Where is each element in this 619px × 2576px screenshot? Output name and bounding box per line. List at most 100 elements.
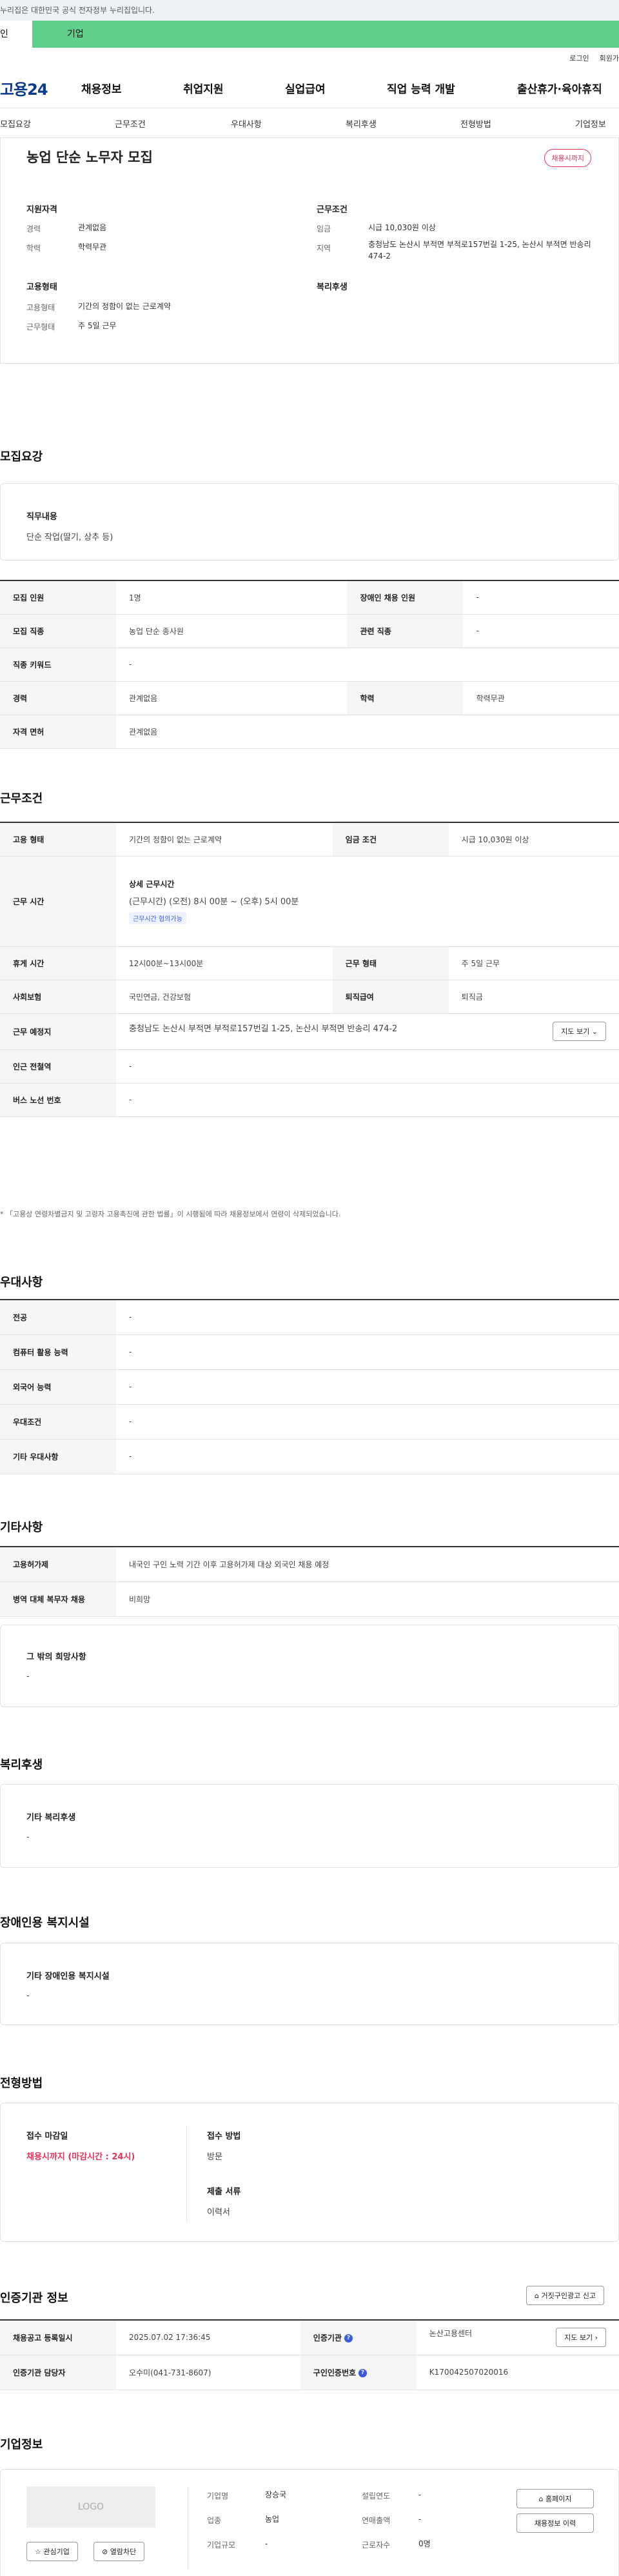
- global-nav: 고용24 채용정보 취업지원 실업급여 직업 능력 개발 출산휴가·육아휴직: [0, 68, 619, 108]
- year-value: -: [418, 2490, 422, 2499]
- industry-value: 농업: [265, 2515, 280, 2524]
- company-card: LOGO ☆ 관심기업 ⊘ 열람차단 기업명 장승국 업종 농업 기업규모 - …: [0, 2469, 619, 2576]
- cert-no-value: K170042507020016: [416, 2355, 619, 2390]
- size-value: -: [265, 2539, 268, 2548]
- org-map-button[interactable]: 지도 보기 ›: [556, 2328, 606, 2348]
- homepage-button[interactable]: ⌂ 홈페이지: [516, 2489, 594, 2508]
- welfare-box: 기타 복리후생 -: [0, 1784, 619, 1868]
- major-value: -: [116, 1300, 619, 1335]
- place-label: 근무 예정지: [0, 1013, 116, 1050]
- insurance-value: 국민연금, 건강보험: [116, 980, 333, 1014]
- docs-value: 이력서: [207, 2208, 230, 2217]
- type-label: 근무 형태: [332, 946, 449, 980]
- subway-label: 인근 전철역: [0, 1049, 116, 1084]
- emp-value: 기간의 정함이 없는 근로계약: [116, 822, 333, 857]
- job-summary-card: 농업 단순 노무자 모집 채용시까지 지원자격 경력 관계없음 학력 학력무관 …: [0, 138, 619, 364]
- reg-label: 채용공고 등록일시: [0, 2320, 116, 2355]
- selection-box: 접수 마감일 채용시까지 (마감시간 : 24시) 접수 방법 방문 제출 서류…: [0, 2103, 619, 2242]
- selection-title: 전형방법: [0, 2077, 43, 2090]
- info-icon[interactable]: ?: [359, 2368, 368, 2377]
- tab-corporate[interactable]: 기업: [32, 21, 97, 48]
- place-cell: 충청남도 논산시 부적면 부적로157번길 1-25, 논산시 부적면 반송리 …: [116, 1013, 619, 1050]
- disabled-title: 장애인용 복지시설: [0, 1916, 90, 1930]
- etc-table: 고용허가제 내국인 구인 노력 기간 이후 고용허가제 대상 외국인 채용 예정 …: [0, 1546, 619, 1617]
- org-label: 인증기관?: [300, 2320, 417, 2355]
- industry-label: 업종: [207, 2516, 222, 2525]
- edu-value: 학력무관: [463, 681, 619, 715]
- section-tabs: 모집요강 근무조건 우대사항 복리후생 전형방법 기업정보: [0, 108, 619, 138]
- emp-label: 고용 형태: [0, 822, 116, 857]
- tab-welfare[interactable]: 복리후생: [346, 117, 377, 130]
- staff-value: 0명: [418, 2539, 431, 2548]
- emptype-value: 기간의 정함이 없는 근로계약: [78, 302, 171, 311]
- qual-heading: 지원자격: [26, 205, 57, 215]
- org-cell: 논산고용센터 지도 보기 ›: [416, 2320, 619, 2355]
- disabled-count-value: -: [463, 580, 619, 615]
- gnb-unemployment-benefit[interactable]: 실업급여: [285, 80, 326, 96]
- count-value: 1명: [116, 580, 348, 615]
- block-view-button[interactable]: ⊘ 열람차단: [93, 2542, 145, 2561]
- tab-preferences[interactable]: 우대사항: [231, 117, 262, 130]
- welfare-value: -: [26, 1832, 30, 1842]
- pref-cond-label: 우대조건: [0, 1404, 116, 1440]
- name-label: 기업명: [207, 2492, 229, 2501]
- pref-etc-label: 기타 우대사항: [0, 1439, 116, 1474]
- tab-individual[interactable]: 인: [0, 21, 32, 48]
- type-value: 주 5일 근무: [448, 946, 619, 980]
- wage-value: 시급 10,030원 이상: [368, 223, 436, 232]
- gnb-jobs[interactable]: 채용정보: [81, 80, 122, 96]
- wage-label: 임금 조건: [332, 822, 449, 857]
- false-ad-report-button[interactable]: ⌂ 거짓구인광고 신고: [526, 2286, 604, 2305]
- region-value: 충청남도 논산시 부적면 부적로157번길 1-25, 논산시 부적면 반송리 …: [368, 240, 591, 261]
- tab-selection[interactable]: 전형방법: [460, 117, 491, 130]
- tab-company[interactable]: 기업정보: [575, 117, 606, 130]
- pref-etc-value: -: [116, 1439, 619, 1474]
- license-label: 자격 면허: [0, 715, 116, 749]
- military-value: 비희망: [116, 1581, 619, 1617]
- pc-label: 컴퓨터 활용 능력: [0, 1334, 116, 1370]
- recruit-title: 모집요강: [0, 450, 43, 464]
- duty-heading: 직무내용: [26, 512, 57, 522]
- career-label: 경력: [0, 681, 116, 715]
- cert-table: 채용공고 등록일시 2025.07.02 17:36:45 인증기관? 논산고용…: [0, 2319, 619, 2390]
- retirement-value: 퇴직금: [448, 980, 619, 1014]
- tab-recruit[interactable]: 모집요강: [0, 117, 31, 130]
- cond-heading: 근무조건: [317, 205, 348, 215]
- site-logo[interactable]: 고용24: [0, 77, 79, 99]
- hope-box: 그 밖의 희망사항 -: [0, 1625, 619, 1707]
- tab-conditions[interactable]: 근무조건: [115, 117, 146, 130]
- edu-label: 학력: [26, 244, 41, 253]
- favorite-company-button[interactable]: ☆ 관심기업: [26, 2542, 78, 2561]
- welfare-heading: 복리후생: [317, 282, 348, 292]
- lang-value: -: [116, 1369, 619, 1405]
- docs-heading: 제출 서류: [207, 2187, 241, 2197]
- pref-cond-value: -: [116, 1404, 619, 1440]
- time-cell: 상세 근무시간 (근무시간) (오전) 8시 00분 ~ (오후) 5시 00분…: [116, 856, 619, 947]
- job-history-button[interactable]: 채용정보 이력: [516, 2513, 594, 2533]
- info-icon[interactable]: ?: [344, 2333, 353, 2343]
- license-value: 관계없음: [116, 715, 619, 749]
- map-button[interactable]: 지도 보기 ⌄: [553, 1022, 606, 1041]
- bus-label: 버스 노선 번호: [0, 1083, 116, 1117]
- count-label: 모집 인원: [0, 580, 116, 615]
- gov-banner: 누리집은 대한민국 공식 전자정부 누리집입니다.: [0, 0, 619, 21]
- star-icon: ☆: [35, 2548, 41, 2556]
- career-value: 관계없음: [116, 681, 348, 715]
- gnb-parental-leave[interactable]: 출산휴가·육아휴직: [517, 80, 602, 96]
- gnb-job-training[interactable]: 직업 능력 개발: [387, 80, 455, 96]
- disabled-count-label: 장애인 채용 인원: [347, 580, 464, 615]
- home-icon: ⌂: [535, 2292, 539, 2300]
- permit-value: 내국인 구인 노력 기간 이후 고용허가제 대상 외국인 채용 예정: [116, 1547, 619, 1582]
- util-links: 로그인 회원가: [0, 48, 619, 68]
- signup-link[interactable]: 회원가: [600, 53, 619, 63]
- manager-value: 오수미(041-731-8607): [116, 2355, 300, 2390]
- related-value: -: [463, 614, 619, 648]
- login-link[interactable]: 로그인: [569, 53, 589, 63]
- job-detail: 농업 단순 노무자 모집 채용시까지 지원자격 경력 관계없음 학력 학력무관 …: [0, 138, 619, 2576]
- subway-value: -: [116, 1049, 619, 1084]
- emp-heading: 고용형태: [26, 282, 57, 292]
- military-label: 병역 대체 복무자 채용: [0, 1581, 116, 1617]
- gnb-employment-support[interactable]: 취업지원: [183, 80, 224, 96]
- worktype-value: 주 5일 근무: [78, 321, 117, 330]
- welfare-heading: 기타 복리후생: [26, 1813, 76, 1823]
